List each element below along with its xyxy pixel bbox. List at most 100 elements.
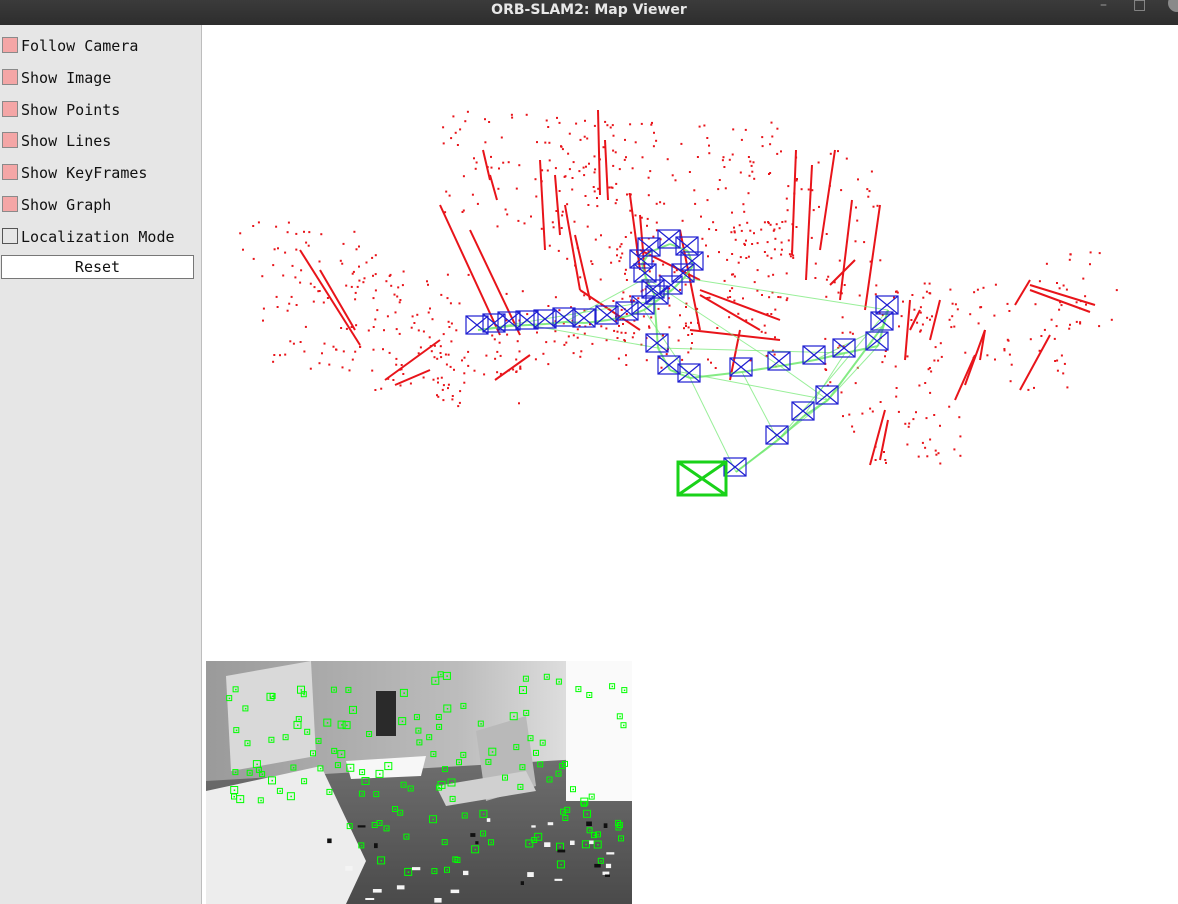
map-point bbox=[475, 161, 478, 164]
map-point bbox=[1055, 325, 1058, 328]
map-point bbox=[907, 425, 910, 428]
feature-point bbox=[333, 750, 336, 752]
map-point bbox=[507, 161, 510, 164]
map-point bbox=[318, 260, 321, 263]
feature-point bbox=[318, 740, 320, 742]
feature-point bbox=[558, 681, 560, 683]
feature-point bbox=[480, 723, 482, 725]
map-point bbox=[358, 245, 360, 248]
checkbox-box[interactable] bbox=[2, 196, 18, 212]
map-point bbox=[646, 217, 649, 220]
map-point bbox=[610, 261, 613, 264]
map-point bbox=[623, 158, 626, 161]
feature-point bbox=[401, 720, 404, 723]
show-keyframes-checkbox[interactable]: Show KeyFrames bbox=[2, 163, 197, 183]
feature-point bbox=[446, 869, 448, 871]
feature-point bbox=[346, 724, 348, 727]
map-point bbox=[604, 120, 607, 123]
floor-mark bbox=[520, 881, 524, 885]
show-image-checkbox[interactable]: Show Image bbox=[2, 68, 197, 88]
floor-mark bbox=[357, 825, 366, 828]
map-point bbox=[453, 368, 455, 371]
checkbox-box[interactable] bbox=[2, 228, 18, 244]
map-point bbox=[818, 205, 820, 208]
feature-point bbox=[300, 689, 302, 691]
checkbox-box[interactable] bbox=[2, 164, 18, 180]
map-point bbox=[1010, 363, 1013, 366]
map-point bbox=[748, 174, 751, 177]
checkbox-box[interactable] bbox=[2, 69, 18, 85]
feature-point bbox=[623, 689, 626, 692]
map-point bbox=[684, 322, 687, 325]
map-point bbox=[422, 376, 425, 379]
map-point bbox=[744, 128, 747, 131]
map-point bbox=[436, 394, 438, 397]
map-point bbox=[583, 135, 586, 138]
map-point bbox=[982, 286, 985, 289]
map-point bbox=[583, 332, 586, 335]
map-point bbox=[262, 319, 264, 322]
map-line bbox=[489, 174, 498, 201]
map-point bbox=[540, 227, 543, 230]
map-point bbox=[747, 192, 750, 195]
checkbox-box[interactable] bbox=[2, 101, 18, 117]
map-point bbox=[618, 324, 620, 327]
map-point bbox=[787, 239, 790, 242]
map-point bbox=[441, 388, 444, 391]
map-point bbox=[1056, 369, 1059, 372]
map-point bbox=[345, 284, 348, 287]
map-line bbox=[699, 289, 781, 321]
map-point bbox=[592, 186, 595, 188]
map-point bbox=[462, 175, 465, 178]
map-point bbox=[599, 278, 602, 281]
map-point bbox=[906, 443, 909, 446]
map-point bbox=[554, 167, 557, 170]
feature-point bbox=[340, 753, 343, 756]
map-point bbox=[824, 337, 827, 340]
reset-button[interactable]: Reset bbox=[1, 255, 194, 279]
floor-mark bbox=[434, 898, 442, 903]
feature-point bbox=[347, 689, 350, 691]
map-point bbox=[450, 322, 453, 325]
map-point bbox=[519, 365, 522, 368]
show-lines-checkbox[interactable]: Show Lines bbox=[2, 131, 197, 151]
map-point bbox=[1040, 335, 1043, 337]
show-graph-checkbox[interactable]: Show Graph bbox=[2, 195, 197, 215]
follow-camera-checkbox[interactable]: Follow Camera bbox=[2, 36, 197, 56]
localization-mode-checkbox[interactable]: Localization Mode bbox=[2, 227, 197, 247]
checkbox-box[interactable] bbox=[2, 37, 18, 53]
map-point bbox=[295, 232, 298, 235]
minimize-icon[interactable]: – bbox=[1100, 0, 1107, 13]
map-point bbox=[740, 229, 743, 232]
feature-point bbox=[537, 836, 540, 838]
map-point bbox=[557, 249, 560, 252]
keyframe bbox=[767, 351, 791, 371]
map-point bbox=[977, 322, 980, 325]
map-point bbox=[287, 221, 290, 224]
map-point bbox=[917, 455, 920, 458]
map-point bbox=[948, 405, 951, 408]
feature-point bbox=[341, 724, 343, 726]
map-point bbox=[780, 241, 783, 244]
map-point bbox=[464, 120, 467, 123]
show-points-checkbox[interactable]: Show Points bbox=[2, 100, 197, 120]
map-point bbox=[376, 309, 379, 312]
map-point bbox=[786, 297, 789, 300]
checkbox-box[interactable] bbox=[2, 132, 18, 148]
map-line bbox=[1014, 279, 1031, 306]
floor-mark bbox=[527, 872, 534, 877]
map-point bbox=[934, 449, 937, 452]
map-point bbox=[1098, 325, 1101, 328]
map-point bbox=[295, 304, 298, 306]
map-point bbox=[447, 320, 450, 323]
map-point bbox=[778, 227, 781, 230]
map-point bbox=[1056, 359, 1059, 362]
map-point bbox=[363, 277, 366, 280]
map-point bbox=[773, 248, 776, 251]
map-point bbox=[358, 265, 360, 268]
feature-point bbox=[380, 859, 383, 862]
map-point bbox=[445, 190, 448, 193]
map-point bbox=[611, 124, 614, 127]
map-point bbox=[427, 283, 429, 286]
maximize-icon[interactable]: □ bbox=[1133, 0, 1146, 13]
